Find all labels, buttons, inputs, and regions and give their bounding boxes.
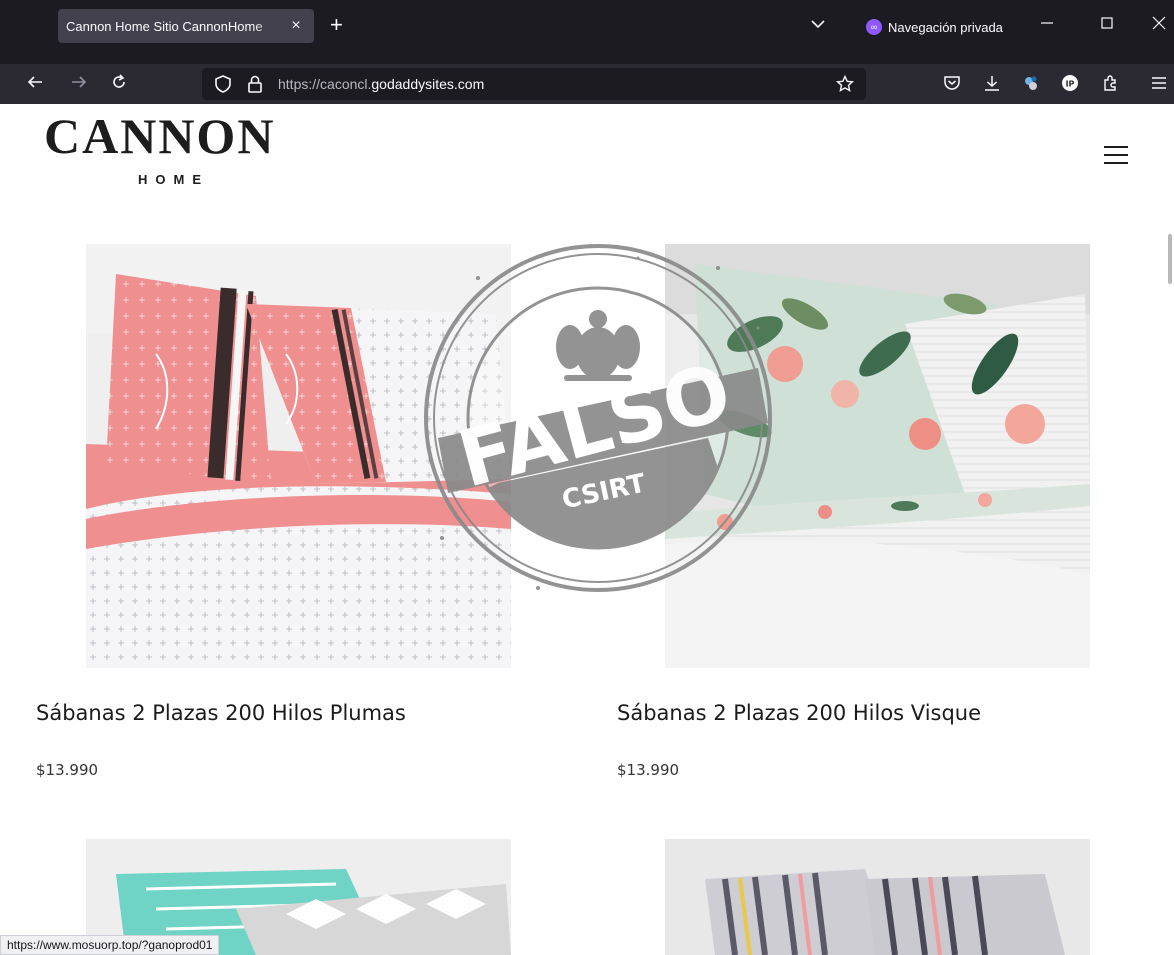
web-page: CANNON HOME FALSO CSIRT Sábanas 2 Plazas… bbox=[0, 104, 1174, 955]
extension-icon[interactable] bbox=[1022, 74, 1040, 92]
tab-title: Cannon Home Sitio CannonHome bbox=[66, 18, 263, 34]
tab-cannon-home[interactable]: Cannon Home Sitio CannonHome × bbox=[58, 9, 314, 43]
logo-subtitle: HOME bbox=[138, 172, 209, 187]
browser-nav-bar: https://caconcl.godaddysites.com IP bbox=[0, 64, 1174, 104]
extensions-puzzle-icon[interactable] bbox=[1102, 74, 1120, 92]
app-menu-icon[interactable] bbox=[1150, 74, 1168, 92]
url-subdomain: caconcl. bbox=[320, 76, 372, 92]
back-arrow-icon[interactable] bbox=[26, 73, 44, 91]
ip-extension-icon[interactable]: IP bbox=[1061, 74, 1079, 92]
url-scheme: https:// bbox=[278, 76, 321, 92]
link-status-bar: https://www.mosuorp.top/?ganoprod01 bbox=[0, 935, 220, 955]
page-scrollbar[interactable] bbox=[1164, 104, 1174, 955]
private-browsing-label: Navegación privada bbox=[888, 19, 1003, 35]
minimize-icon[interactable] bbox=[1040, 16, 1054, 30]
maximize-icon[interactable] bbox=[1100, 16, 1114, 30]
browser-tab-bar: Cannon Home Sitio CannonHome × + ∞ Naveg… bbox=[0, 0, 1174, 64]
private-mask-icon: ∞ bbox=[866, 19, 882, 35]
tracking-shield-icon[interactable] bbox=[214, 74, 232, 94]
product-price-plumas: $13.990 bbox=[36, 761, 99, 779]
product-title-visque[interactable]: Sábanas 2 Plazas 200 Hilos Visque bbox=[617, 701, 981, 725]
scrollbar-thumb[interactable] bbox=[1168, 234, 1172, 284]
product-price-visque: $13.990 bbox=[617, 761, 680, 779]
download-icon[interactable] bbox=[983, 74, 1001, 92]
product-title-plumas[interactable]: Sábanas 2 Plazas 200 Hilos Plumas bbox=[36, 701, 406, 725]
reload-icon[interactable] bbox=[110, 73, 128, 91]
close-tab-icon[interactable]: × bbox=[286, 17, 306, 35]
private-browsing-indicator: ∞ Navegación privada bbox=[866, 19, 1003, 35]
url-domain: godaddysites.com bbox=[371, 76, 485, 92]
site-logo[interactable]: CANNON HOME bbox=[44, 108, 314, 187]
new-tab-button[interactable]: + bbox=[330, 14, 343, 36]
close-window-icon[interactable] bbox=[1152, 16, 1166, 30]
logo-wordmark: CANNON bbox=[44, 108, 276, 164]
address-bar[interactable]: https://caconcl.godaddysites.com bbox=[202, 68, 866, 100]
hamburger-menu-icon[interactable] bbox=[1104, 146, 1128, 164]
chevron-down-icon[interactable] bbox=[810, 18, 826, 30]
lock-icon[interactable] bbox=[246, 74, 264, 94]
pocket-icon[interactable] bbox=[943, 74, 961, 92]
svg-text:IP: IP bbox=[1066, 80, 1075, 89]
url-text[interactable]: https://caconcl.godaddysites.com bbox=[278, 76, 484, 92]
product-image-row2-right[interactable] bbox=[665, 839, 1090, 955]
forward-arrow-icon[interactable] bbox=[70, 73, 88, 91]
bookmark-star-icon[interactable] bbox=[836, 75, 854, 93]
csirt-falso-stamp: FALSO CSIRT bbox=[424, 244, 772, 592]
